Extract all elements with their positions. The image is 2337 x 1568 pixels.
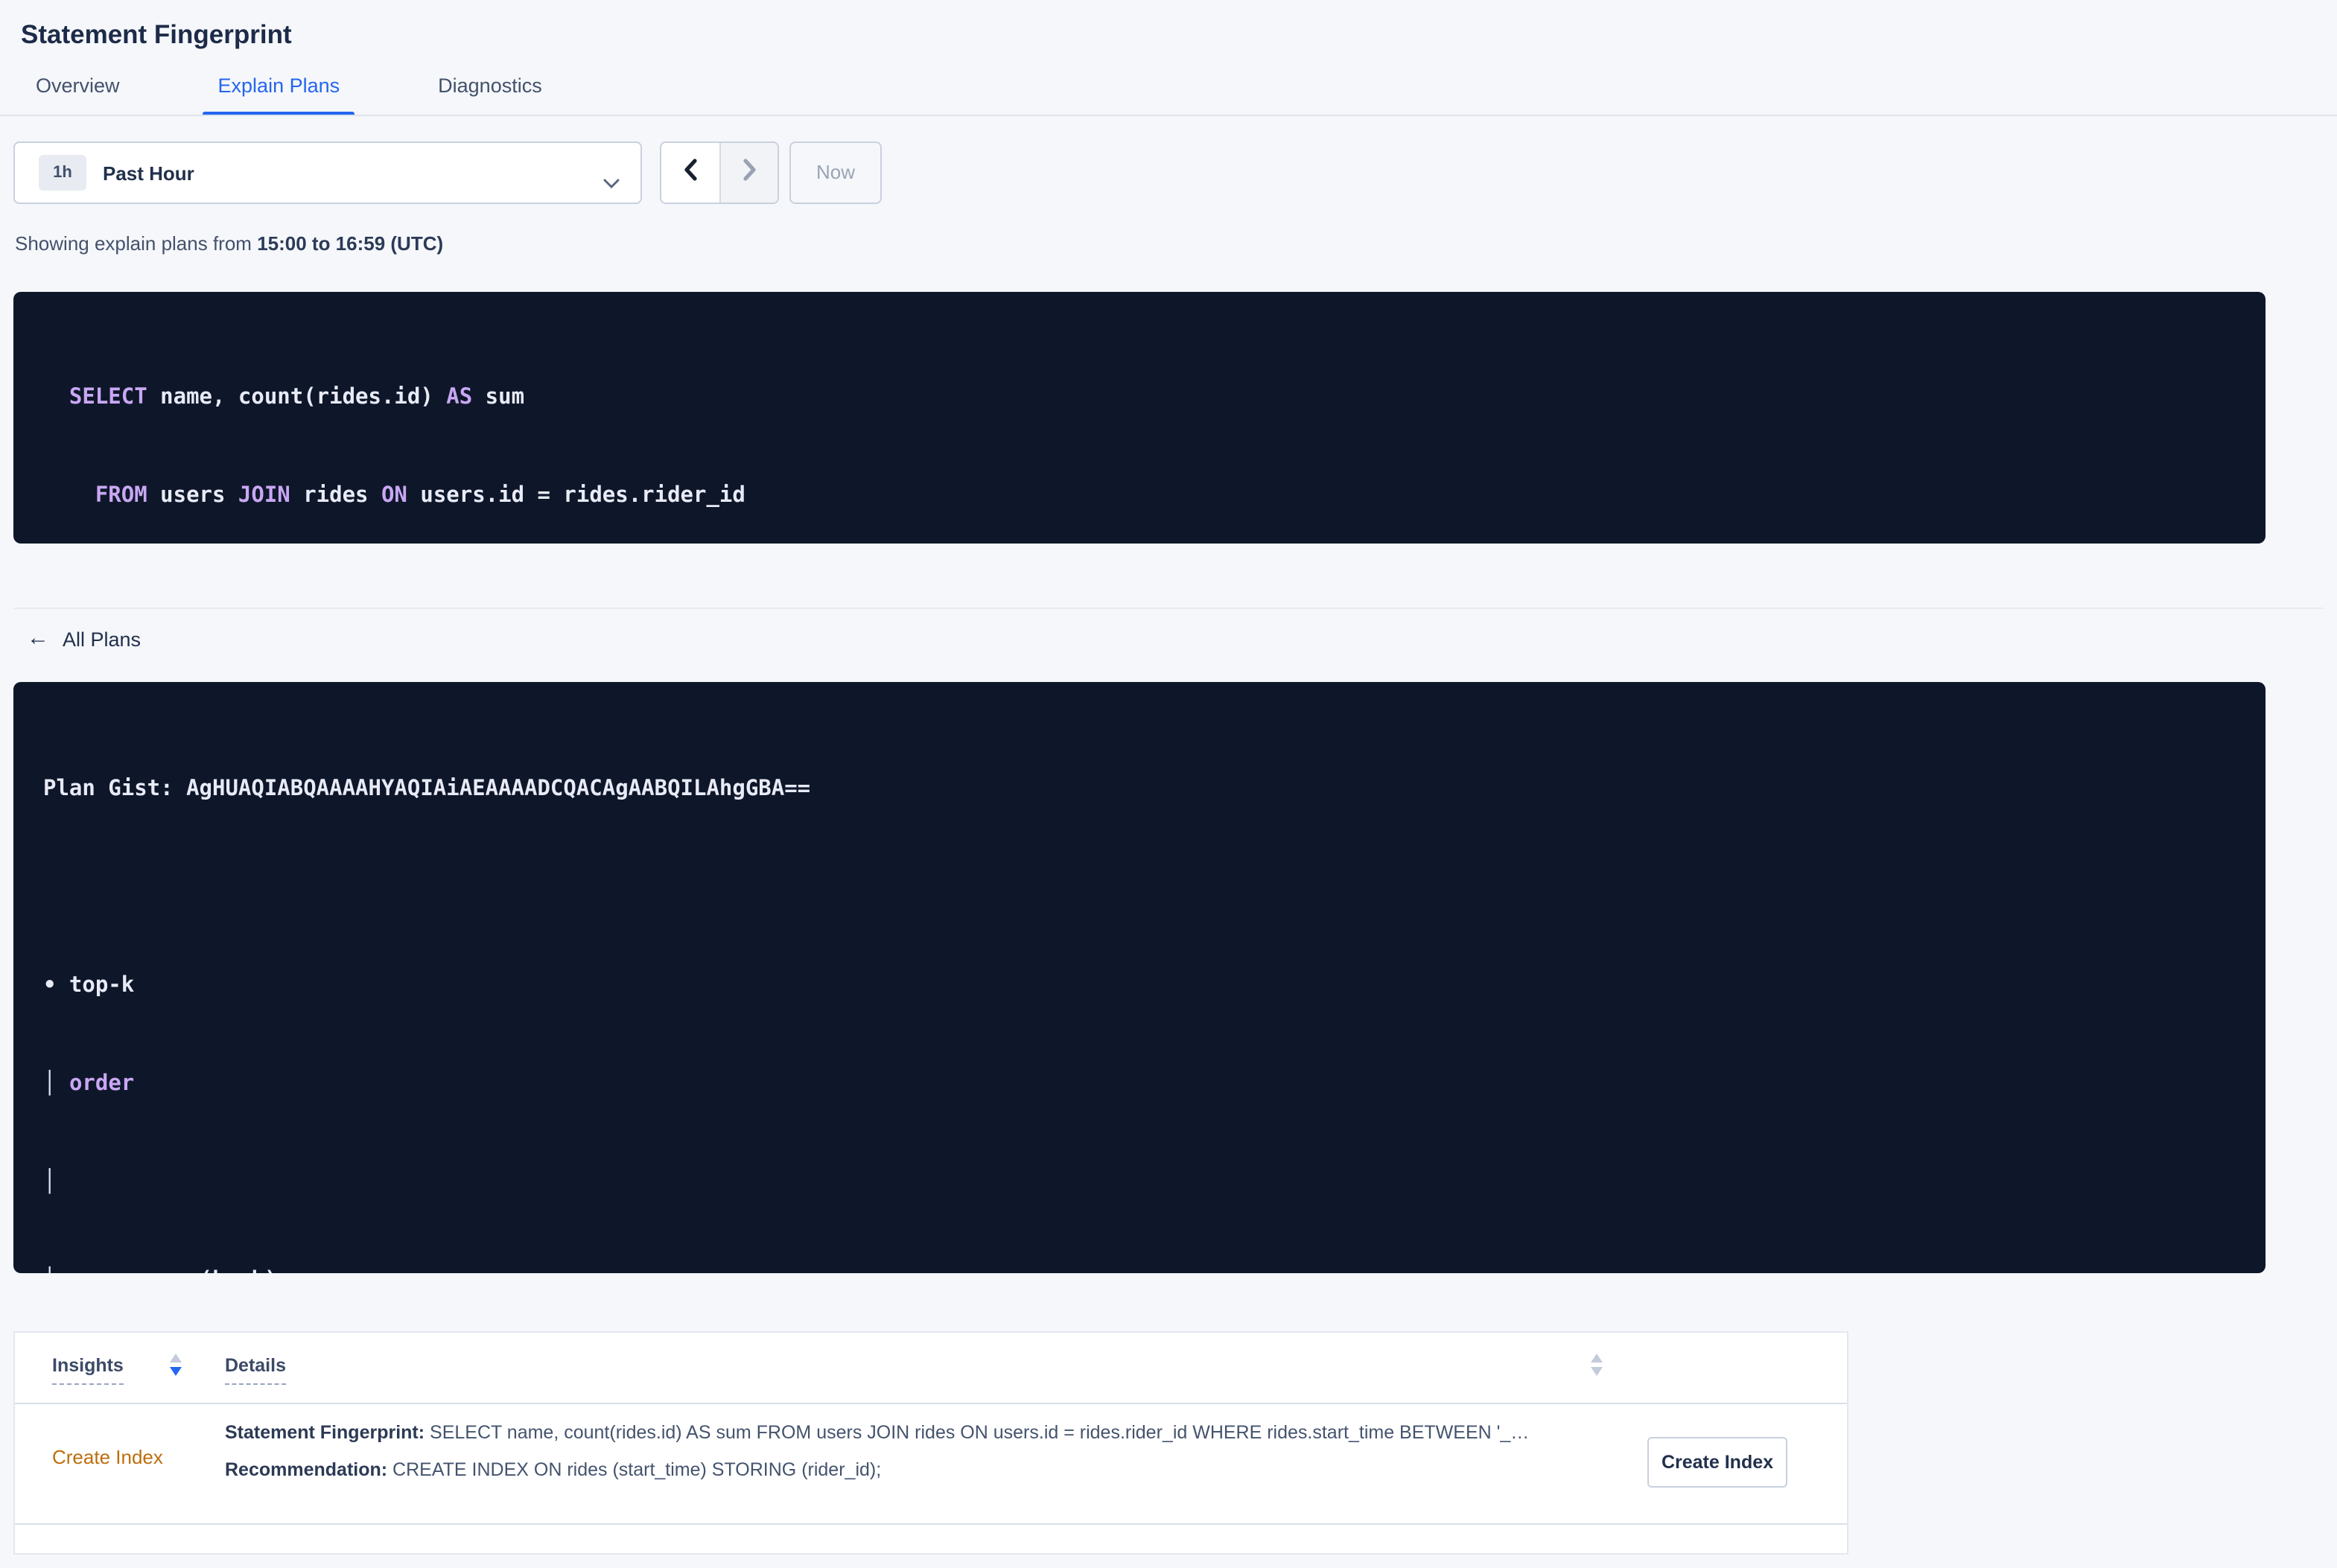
- tab-overview[interactable]: Overview: [21, 60, 135, 116]
- detail-label: Statement Fingerprint:: [225, 1422, 425, 1443]
- previous-interval-button[interactable]: [661, 143, 721, 203]
- chevron-down-icon: [603, 170, 620, 197]
- insights-column-label: Insights: [52, 1355, 124, 1385]
- insights-column-header[interactable]: Insights: [52, 1355, 124, 1385]
- now-button[interactable]: Now: [789, 141, 883, 204]
- all-plans-label: All Plans: [63, 628, 142, 650]
- time-range-label: Past Hour: [103, 162, 194, 184]
- create-index-button[interactable]: Create Index: [1647, 1437, 1787, 1488]
- tab-bar: Overview Explain Plans Diagnostics: [21, 60, 557, 116]
- chevron-right-icon: [741, 157, 757, 188]
- table-row-divider: [15, 1523, 1847, 1525]
- plan-gist-line: Plan Gist: AgHUAQIABQAAAAHYAQIAiAEAAAADC…: [43, 773, 810, 806]
- plan-tree-line: └── • group (hash): [43, 1264, 810, 1273]
- sql-statement: SELECT name, count(rides.id) AS sum FROM…: [43, 316, 745, 544]
- time-range-badge: 1h: [39, 155, 86, 191]
- sort-down-triangle: [1591, 1367, 1603, 1376]
- chevron-left-icon: [682, 157, 699, 188]
- plan-gist-box: Plan Gist: AgHUAQIABQAAAAHYAQIAiAEAAAADC…: [13, 682, 2266, 1273]
- plan-tree-line: │: [43, 1170, 57, 1194]
- all-plans-link[interactable]: ← All Plans: [27, 625, 142, 651]
- time-range-dropdown[interactable]: 1h Past Hour: [13, 141, 642, 204]
- detail-text: SELECT name, count(rides.id) AS sum FROM…: [425, 1422, 1530, 1443]
- sort-icon-insights[interactable]: [170, 1354, 182, 1376]
- sort-icon-details[interactable]: [1591, 1354, 1603, 1376]
- plan-gist-content: Plan Gist: AgHUAQIABQAAAAHYAQIAiAEAAAADC…: [43, 707, 810, 1273]
- sort-down-triangle: [170, 1367, 182, 1376]
- details-column-label: Details: [225, 1355, 286, 1385]
- summary-prefix: Showing explain plans from: [15, 232, 258, 255]
- time-pager: [660, 141, 779, 204]
- tab-divider: [0, 115, 2337, 116]
- next-interval-button[interactable]: [721, 143, 778, 203]
- insights-table: Insights Details Create Index Statement …: [13, 1331, 1848, 1555]
- page-title: Statement Fingerprint: [21, 19, 292, 49]
- summary-range: 15:00 to 16:59 (UTC): [257, 232, 444, 255]
- plan-tree-line: │ order: [43, 1072, 135, 1096]
- plan-gist-label: Plan Gist:: [43, 777, 187, 801]
- sql-line: FROM users JOIN rides ON users.id = ride…: [43, 484, 745, 508]
- time-range-summary: Showing explain plans from 15:00 to 16:5…: [15, 231, 443, 258]
- tab-diagnostics[interactable]: Diagnostics: [423, 60, 557, 116]
- sql-line: SELECT name, count(rides.id) AS sum: [43, 386, 525, 409]
- details-column-header[interactable]: Details: [225, 1355, 286, 1385]
- detail-text: CREATE INDEX ON rides (start_time) STORI…: [387, 1459, 882, 1480]
- statement-fingerprint-page: Statement Fingerprint Overview Explain P…: [0, 0, 2337, 1568]
- sql-statement-box: SELECT name, count(rides.id) AS sum FROM…: [13, 292, 2266, 544]
- detail-label: Recommendation:: [225, 1459, 388, 1480]
- recommendation-detail: Recommendation: CREATE INDEX ON rides (s…: [225, 1458, 1603, 1483]
- section-divider: [13, 608, 2324, 609]
- arrow-left-icon: ←: [27, 625, 49, 651]
- sort-up-triangle: [170, 1354, 182, 1363]
- plan-tree-line: • top-k: [43, 974, 135, 998]
- plan-gist-value: AgHUAQIABQAAAAHYAQIAiAEAAAADCQACAgAABQIL…: [186, 777, 811, 801]
- statement-fingerprint-detail: Statement Fingerprint: SELECT name, coun…: [225, 1421, 1603, 1446]
- sort-up-triangle: [1591, 1354, 1603, 1363]
- create-index-link[interactable]: Create Index: [52, 1446, 163, 1468]
- table-header-divider: [15, 1403, 1847, 1404]
- tab-explain-plans[interactable]: Explain Plans: [203, 60, 355, 116]
